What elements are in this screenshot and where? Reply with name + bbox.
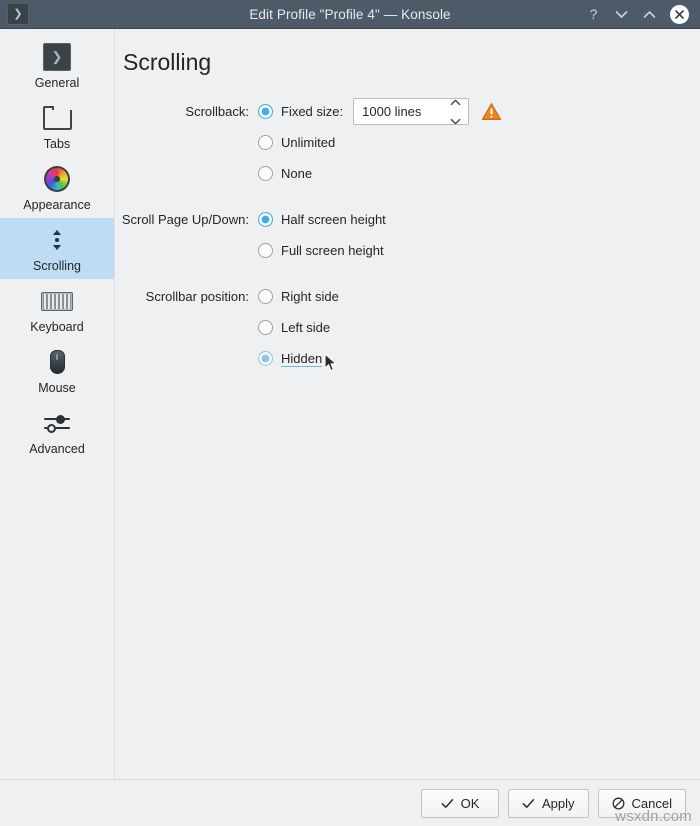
radio-label: Half screen height bbox=[281, 212, 386, 227]
scrollback-row-none: None bbox=[115, 160, 700, 187]
scrollback-label: Scrollback: bbox=[185, 104, 249, 119]
radio-none[interactable]: None bbox=[258, 166, 312, 181]
sidebar-item-advanced[interactable]: Advanced bbox=[0, 401, 114, 462]
chevron-up-icon[interactable] bbox=[450, 93, 461, 111]
scrollbar-position-label: Scrollbar position: bbox=[145, 289, 249, 304]
radio-label: None bbox=[281, 166, 313, 181]
button-label: Apply bbox=[542, 795, 575, 811]
spinbox-value: 1000 lines bbox=[362, 104, 422, 119]
chevron-down-icon[interactable] bbox=[450, 112, 461, 130]
close-icon[interactable] bbox=[670, 4, 689, 24]
warning-triangle-icon bbox=[481, 102, 502, 121]
mouse-icon bbox=[49, 347, 65, 377]
scroll-page-label: Scroll Page Up/Down: bbox=[121, 212, 249, 227]
radio-full-screen-height[interactable]: Full screen height bbox=[258, 243, 384, 258]
scrolling-form: Scrollback: Fixed size: 1000 lines Unlim… bbox=[115, 98, 700, 372]
sliders-icon bbox=[43, 408, 71, 438]
radio-right-side[interactable]: Right side bbox=[258, 289, 339, 304]
radio-indicator[interactable] bbox=[258, 289, 273, 304]
sidebar-item-label: Advanced bbox=[29, 442, 85, 456]
radio-label: Full screen height bbox=[281, 243, 384, 258]
scroll-page-row-half: Scroll Page Up/Down: Half screen height bbox=[115, 206, 700, 233]
window-controls: ? bbox=[586, 4, 700, 24]
settings-content: Scrolling Scrollback: Fixed size: 1000 l… bbox=[115, 29, 700, 779]
sidebar-item-label: General bbox=[34, 76, 80, 90]
terminal-icon: ❯ bbox=[43, 42, 71, 72]
radio-label: Left side bbox=[281, 320, 331, 335]
check-icon bbox=[441, 798, 454, 809]
scroll-icon bbox=[53, 225, 61, 255]
radio-indicator[interactable] bbox=[258, 320, 273, 335]
radio-indicator[interactable] bbox=[258, 135, 273, 150]
sidebar-item-general[interactable]: ❯ General bbox=[0, 35, 114, 96]
sidebar-item-keyboard[interactable]: Keyboard bbox=[0, 279, 114, 340]
scrollback-lines-spinbox[interactable]: 1000 lines bbox=[353, 98, 470, 125]
maximize-icon[interactable] bbox=[642, 10, 657, 19]
watermark: wsxdn.com bbox=[615, 808, 692, 825]
mouse-cursor bbox=[324, 352, 338, 373]
scrollback-row-unlimited: Unlimited bbox=[115, 129, 700, 156]
scrollback-row-fixed: Scrollback: Fixed size: 1000 lines bbox=[115, 98, 700, 125]
keyboard-icon bbox=[41, 286, 73, 316]
sidebar-item-label: Keyboard bbox=[30, 320, 84, 334]
scrollbar-position-row-hidden: Hidden bbox=[115, 345, 700, 372]
radio-indicator[interactable] bbox=[258, 351, 273, 366]
terminal-icon: ❯ bbox=[7, 3, 29, 25]
dialog-footer: OK Apply Cancel wsxdn.com bbox=[0, 779, 700, 826]
sidebar-item-label: Tabs bbox=[43, 137, 71, 151]
sidebar-item-mouse[interactable]: Mouse bbox=[0, 340, 114, 401]
radio-fixed-size[interactable]: Fixed size: bbox=[258, 104, 343, 119]
radio-half-screen-height[interactable]: Half screen height bbox=[258, 212, 386, 227]
settings-sidebar: ❯ General Tabs Appearance Scrolling Keyb… bbox=[0, 29, 115, 779]
folder-tab-icon bbox=[42, 103, 72, 133]
sidebar-item-label: Mouse bbox=[38, 381, 76, 395]
minimize-icon[interactable] bbox=[614, 10, 629, 19]
sidebar-item-label: Appearance bbox=[23, 198, 91, 212]
dialog-body: ❯ General Tabs Appearance Scrolling Keyb… bbox=[0, 29, 700, 779]
sidebar-item-appearance[interactable]: Appearance bbox=[0, 157, 114, 218]
sidebar-item-tabs[interactable]: Tabs bbox=[0, 96, 114, 157]
radio-indicator[interactable] bbox=[258, 212, 273, 227]
sidebar-item-label: Scrolling bbox=[33, 259, 81, 273]
page-title: Scrolling bbox=[123, 49, 212, 75]
radio-left-side[interactable]: Left side bbox=[258, 320, 330, 335]
help-icon[interactable]: ? bbox=[586, 7, 601, 21]
sidebar-item-scrolling[interactable]: Scrolling bbox=[0, 218, 114, 279]
scrollbar-position-row-right: Scrollbar position: Right side bbox=[115, 283, 700, 310]
ok-button[interactable]: OK bbox=[421, 788, 499, 818]
radio-label: Right side bbox=[281, 289, 339, 304]
spinbox-arrows[interactable] bbox=[450, 93, 464, 130]
radio-label: Fixed size: bbox=[281, 104, 344, 119]
radio-unlimited[interactable]: Unlimited bbox=[258, 135, 335, 150]
radio-label: Hidden bbox=[281, 350, 323, 367]
scrollbar-position-row-left: Left side bbox=[115, 314, 700, 341]
radio-label: Unlimited bbox=[281, 135, 336, 150]
title-bar: ❯ Edit Profile "Profile 4" — Konsole ? bbox=[0, 0, 700, 29]
edit-profile-dialog: ❯ Edit Profile "Profile 4" — Konsole ? ❯… bbox=[0, 0, 700, 826]
apply-button[interactable]: Apply bbox=[508, 788, 589, 818]
radio-indicator[interactable] bbox=[258, 104, 273, 119]
radio-indicator[interactable] bbox=[258, 243, 273, 258]
scroll-page-row-full: Full screen height bbox=[115, 237, 700, 264]
color-wheel-icon bbox=[44, 164, 70, 194]
radio-indicator[interactable] bbox=[258, 166, 273, 181]
button-label: OK bbox=[460, 795, 480, 811]
radio-hidden[interactable]: Hidden bbox=[258, 350, 323, 367]
check-icon bbox=[522, 798, 535, 809]
